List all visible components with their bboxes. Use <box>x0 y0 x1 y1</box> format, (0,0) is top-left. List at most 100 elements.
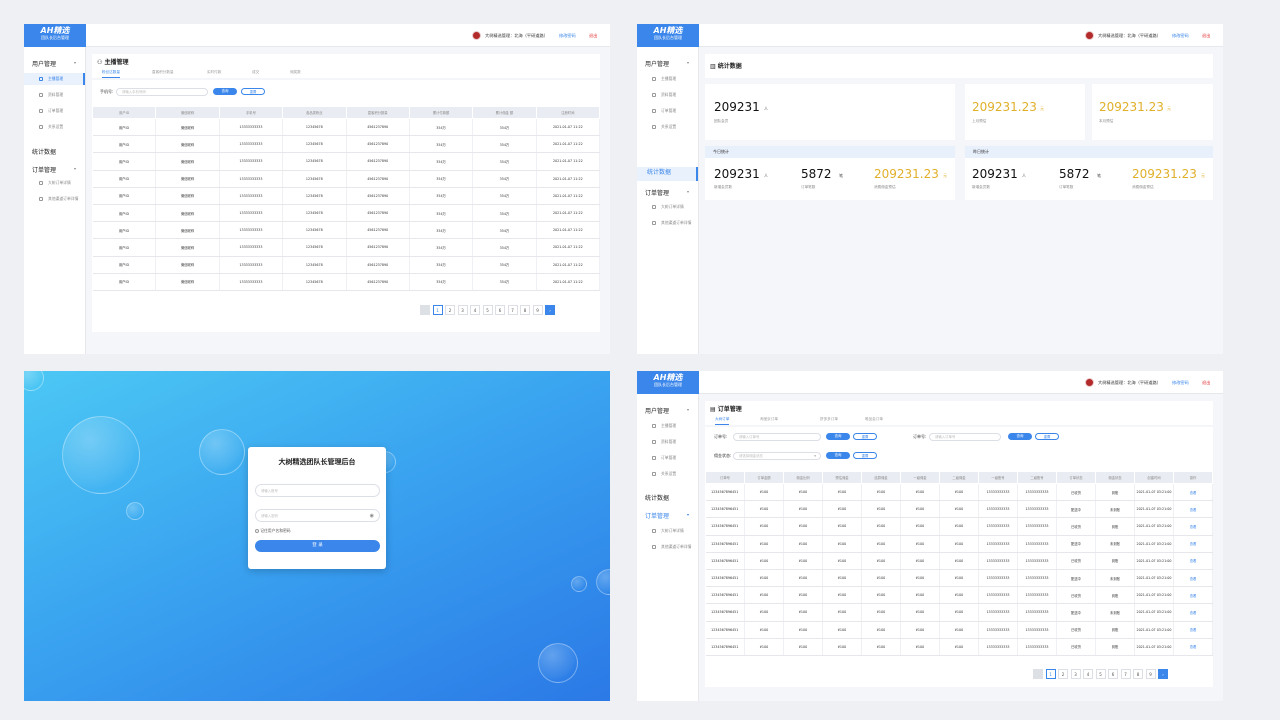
login-button[interactable]: 登 录 <box>255 540 380 552</box>
table-cell: 4561237890 <box>346 170 410 188</box>
password-input[interactable]: 请输入密码 ◉ <box>255 509 380 522</box>
tab-points[interactable]: 直客积分数量 <box>152 70 174 75</box>
brand-logo[interactable]: AH精选 团队长后台管理 <box>637 24 699 47</box>
change-password-link[interactable]: 修改密码 <box>1172 24 1189 47</box>
reset-button[interactable]: 重置 <box>853 433 877 440</box>
reset-button[interactable]: 重置 <box>241 88 265 95</box>
page-button[interactable]: 4 <box>470 305 480 315</box>
page-button[interactable]: 9 <box>532 305 543 315</box>
logout-link[interactable]: 退出 <box>1202 371 1210 394</box>
page-button[interactable]: 6 <box>1108 669 1118 679</box>
avatar[interactable] <box>472 31 481 40</box>
reset-button-2[interactable]: 重置 <box>1035 433 1059 440</box>
view-link[interactable]: 查看 <box>1173 569 1213 588</box>
logout-link[interactable]: 退出 <box>589 24 597 47</box>
sidebar-item-anchor[interactable]: 主播管理 <box>637 420 698 432</box>
page-button[interactable]: 7 <box>1120 669 1131 679</box>
sidebar-item-anchor[interactable]: 主播管理 <box>637 73 698 85</box>
reset-button-3[interactable]: 重置 <box>853 452 877 459</box>
tab-payment[interactable]: 实时付款 <box>207 70 221 75</box>
page-button[interactable]: 2 <box>445 305 455 315</box>
view-link[interactable]: 查看 <box>1173 535 1213 553</box>
sidebar-item-big-tree-orders[interactable]: 大树订单详情 <box>637 525 698 537</box>
account-input[interactable]: 请输入账号 <box>255 484 380 497</box>
page-button[interactable]: 5 <box>1095 669 1106 679</box>
table-cell: ¥100 <box>939 603 979 622</box>
view-link[interactable]: 查看 <box>1173 552 1213 570</box>
remember-checkbox[interactable]: 记住用户名和密码 <box>255 528 291 534</box>
page-button[interactable]: 4 <box>1083 669 1093 679</box>
sidebar-group-stats[interactable]: 统计数据 <box>637 167 698 181</box>
sidebar-item-info[interactable]: 资料管理 <box>637 436 698 448</box>
sidebar-group-user[interactable]: 用户管理 <box>645 406 669 415</box>
page-button[interactable]: 6 <box>495 305 505 315</box>
sidebar-item-order[interactable]: 订单管理 <box>637 105 698 117</box>
sidebar-item-info[interactable]: 资料管理 <box>24 89 85 101</box>
tab-pinduoduo-orders[interactable]: 拼多多订单 <box>820 417 838 422</box>
brand-logo[interactable]: AH精选 团队长后台管理 <box>637 371 699 394</box>
sidebar-group-orders[interactable]: 订单管理 <box>32 165 56 174</box>
sidebar-item-settings[interactable]: 关系设置 <box>24 121 85 133</box>
tab-taobao-jd-orders[interactable]: 淘宝京订单 <box>760 417 778 422</box>
page-button[interactable]: 8 <box>520 305 530 315</box>
logout-link[interactable]: 退出 <box>1202 24 1210 47</box>
sidebar-item-third-party-orders[interactable]: 其他渠道订单详情 <box>637 217 698 229</box>
sidebar-group-user[interactable]: 用户管理 <box>32 59 56 68</box>
sidebar-group-orders[interactable]: 订单管理 <box>645 188 669 197</box>
page-button[interactable]: 8 <box>1133 669 1143 679</box>
tab-fans[interactable]: 粉丝达数量 <box>102 70 120 78</box>
page-button[interactable]: 5 <box>482 305 493 315</box>
sidebar-item-settings[interactable]: 关系设置 <box>637 468 698 480</box>
sidebar-group-orders[interactable]: 订单管理 <box>645 511 669 520</box>
change-password-link[interactable]: 修改密码 <box>1172 371 1189 394</box>
search-button-2[interactable]: 查询 <box>1008 433 1032 440</box>
sidebar-item-order[interactable]: 订单管理 <box>24 105 85 117</box>
view-link[interactable]: 查看 <box>1173 517 1213 536</box>
sidebar-item-big-tree-orders[interactable]: 大树订单详情 <box>637 201 698 213</box>
page-button[interactable]: 2 <box>1058 669 1068 679</box>
view-link[interactable]: 查看 <box>1173 603 1213 622</box>
sidebar-item-third-party-orders[interactable]: 其他渠道订单详情 <box>24 193 85 205</box>
next-page-button[interactable]: › <box>545 305 555 315</box>
sidebar-item-anchor[interactable]: 主播管理 <box>24 73 85 85</box>
change-password-link[interactable]: 修改密码 <box>559 24 576 47</box>
page-button[interactable]: 7 <box>507 305 518 315</box>
phone-input[interactable]: 请输入手机号码 <box>116 88 208 96</box>
tab-vip-orders[interactable]: 唯品会订单 <box>865 417 883 422</box>
page-button[interactable]: 3 <box>1070 669 1081 679</box>
view-link[interactable]: 查看 <box>1173 586 1213 605</box>
view-link[interactable]: 查看 <box>1173 500 1213 519</box>
column-header: 订单号 <box>705 471 745 484</box>
tab-big-tree-orders[interactable]: 大树订单 <box>715 417 730 425</box>
commission-status-select[interactable]: 请选择佣金状态 ▾ <box>733 452 821 460</box>
page-button[interactable]: 3 <box>457 305 468 315</box>
tab-commission[interactable]: 佣奖数 <box>290 70 301 75</box>
prev-page-button[interactable] <box>420 305 430 315</box>
sidebar-item-info[interactable]: 资料管理 <box>637 89 698 101</box>
sidebar-item-big-tree-orders[interactable]: 大树订单详情 <box>24 177 85 189</box>
sidebar-group-user[interactable]: 用户管理 <box>645 59 669 68</box>
search-button[interactable]: 查询 <box>213 88 237 95</box>
view-link[interactable]: 查看 <box>1173 638 1213 656</box>
view-link[interactable]: 查看 <box>1173 621 1213 639</box>
sidebar-group-stats[interactable]: 统计数据 <box>32 147 56 156</box>
order-number-input[interactable]: 请输入订单号 <box>733 433 821 441</box>
tab-deal[interactable]: 成交 <box>252 70 259 75</box>
view-link[interactable]: 查看 <box>1173 483 1213 502</box>
order-number-input-2[interactable]: 请输入订单号 <box>929 433 1001 441</box>
sidebar-group-stats[interactable]: 统计数据 <box>645 493 669 502</box>
prev-page-button[interactable] <box>1033 669 1043 679</box>
sidebar-item-third-party-orders[interactable]: 其他渠道订单详情 <box>637 541 698 553</box>
search-button[interactable]: 查询 <box>826 433 850 440</box>
avatar[interactable] <box>1085 378 1094 387</box>
brand-logo[interactable]: AH精选 团队长后台管理 <box>24 24 86 47</box>
page-button[interactable]: 1 <box>1045 669 1056 679</box>
next-page-button[interactable]: › <box>1158 669 1168 679</box>
eye-icon[interactable]: ◉ <box>370 510 374 522</box>
sidebar-item-settings[interactable]: 关系设置 <box>637 121 698 133</box>
avatar[interactable] <box>1085 31 1094 40</box>
search-button-3[interactable]: 查询 <box>826 452 850 459</box>
page-button[interactable]: 1 <box>432 305 443 315</box>
page-button[interactable]: 9 <box>1145 669 1156 679</box>
sidebar-item-order[interactable]: 订单管理 <box>637 452 698 464</box>
